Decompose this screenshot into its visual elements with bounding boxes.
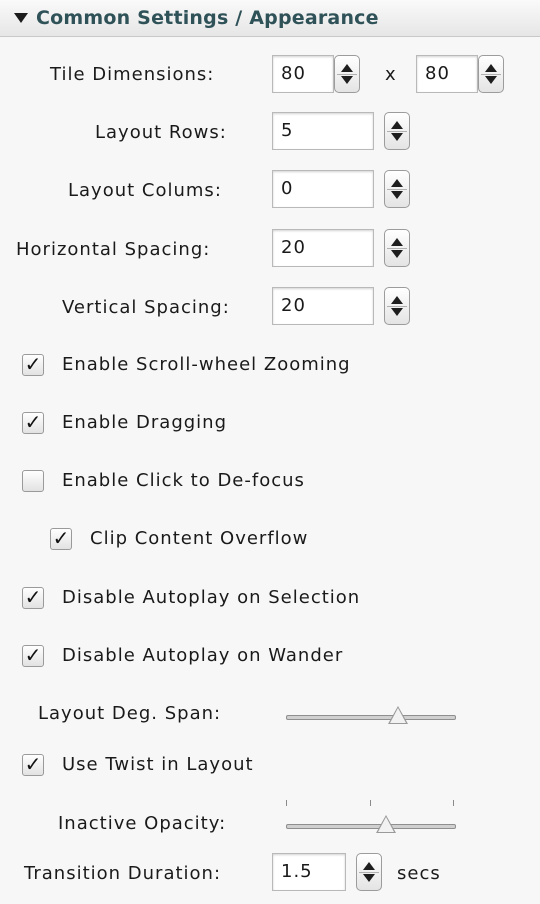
horizontal-spacing-stepper[interactable] bbox=[384, 229, 410, 267]
dimension-separator: x bbox=[385, 64, 396, 85]
click-defocus-label[interactable]: Enable Click to De-focus bbox=[62, 470, 305, 491]
horizontal-spacing-field[interactable]: 20 bbox=[272, 229, 374, 267]
decrement-icon[interactable] bbox=[341, 76, 353, 84]
autoplay-wander-checkbox[interactable]: ✓ bbox=[22, 645, 44, 667]
increment-icon[interactable] bbox=[363, 862, 375, 870]
decrement-icon[interactable] bbox=[391, 308, 403, 316]
click-defocus-checkbox[interactable]: ✓ bbox=[22, 470, 44, 492]
decrement-icon[interactable] bbox=[391, 250, 403, 258]
layout-deg-span-label: Layout Deg. Span: bbox=[38, 703, 222, 724]
dragging-checkbox[interactable]: ✓ bbox=[22, 412, 44, 434]
decrement-icon[interactable] bbox=[391, 133, 403, 141]
clip-overflow-checkbox[interactable]: ✓ bbox=[50, 528, 72, 550]
vertical-spacing-field[interactable]: 20 bbox=[272, 287, 374, 325]
dragging-label[interactable]: Enable Dragging bbox=[62, 412, 227, 433]
section-title: Common Settings / Appearance bbox=[36, 7, 379, 29]
layout-rows-stepper[interactable] bbox=[384, 112, 410, 150]
autoplay-selection-label[interactable]: Disable Autoplay on Selection bbox=[62, 587, 360, 608]
disclosure-triangle-icon[interactable] bbox=[14, 13, 28, 23]
decrement-icon[interactable] bbox=[391, 191, 403, 199]
layout-deg-span-slider[interactable] bbox=[286, 706, 456, 726]
inactive-opacity-label: Inactive Opacity: bbox=[58, 813, 227, 834]
section-header[interactable]: Common Settings / Appearance bbox=[0, 0, 540, 37]
twist-layout-checkbox[interactable]: ✓ bbox=[22, 754, 44, 776]
increment-icon[interactable] bbox=[391, 179, 403, 187]
layout-columns-label: Layout Colums: bbox=[68, 180, 222, 201]
settings-panel: Common Settings / Appearance Tile Dimens… bbox=[0, 0, 540, 904]
decrement-icon[interactable] bbox=[485, 76, 497, 84]
vertical-spacing-stepper[interactable] bbox=[384, 287, 410, 325]
scroll-zoom-checkbox[interactable]: ✓ bbox=[22, 354, 44, 376]
autoplay-selection-checkbox[interactable]: ✓ bbox=[22, 587, 44, 609]
increment-icon[interactable] bbox=[391, 238, 403, 246]
vertical-spacing-label: Vertical Spacing: bbox=[62, 297, 230, 318]
increment-icon[interactable] bbox=[391, 121, 403, 129]
tile-height-field[interactable]: 80 bbox=[416, 55, 478, 93]
slider-tick bbox=[453, 800, 454, 806]
tile-height-stepper[interactable] bbox=[478, 55, 504, 93]
transition-duration-stepper[interactable] bbox=[356, 853, 382, 891]
tile-dimensions-label: Tile Dimensions: bbox=[50, 64, 215, 85]
slider-tick bbox=[370, 800, 371, 806]
increment-icon[interactable] bbox=[341, 64, 353, 72]
tile-width-stepper[interactable] bbox=[334, 55, 360, 93]
slider-tick bbox=[286, 800, 287, 806]
decrement-icon[interactable] bbox=[363, 874, 375, 882]
layout-rows-label: Layout Rows: bbox=[95, 122, 227, 143]
slider-thumb-face[interactable] bbox=[378, 817, 395, 832]
slider-thumb-face[interactable] bbox=[390, 708, 407, 723]
scroll-zoom-label[interactable]: Enable Scroll-wheel Zooming bbox=[62, 354, 351, 375]
autoplay-wander-label[interactable]: Disable Autoplay on Wander bbox=[62, 645, 343, 666]
slider-track[interactable] bbox=[286, 715, 456, 720]
increment-icon[interactable] bbox=[485, 64, 497, 72]
slider-track[interactable] bbox=[286, 824, 456, 829]
twist-layout-label[interactable]: Use Twist in Layout bbox=[62, 754, 254, 775]
transition-duration-unit: secs bbox=[397, 863, 441, 884]
tile-width-field[interactable]: 80 bbox=[272, 55, 334, 93]
clip-overflow-label[interactable]: Clip Content Overflow bbox=[90, 528, 308, 549]
increment-icon[interactable] bbox=[391, 296, 403, 304]
inactive-opacity-slider[interactable] bbox=[286, 815, 456, 835]
layout-columns-field[interactable]: 0 bbox=[272, 170, 374, 208]
transition-duration-label: Transition Duration: bbox=[24, 863, 222, 884]
horizontal-spacing-label: Horizontal Spacing: bbox=[16, 239, 211, 260]
layout-rows-field[interactable]: 5 bbox=[272, 112, 374, 150]
transition-duration-field[interactable]: 1.5 bbox=[272, 853, 346, 891]
layout-columns-stepper[interactable] bbox=[384, 170, 410, 208]
